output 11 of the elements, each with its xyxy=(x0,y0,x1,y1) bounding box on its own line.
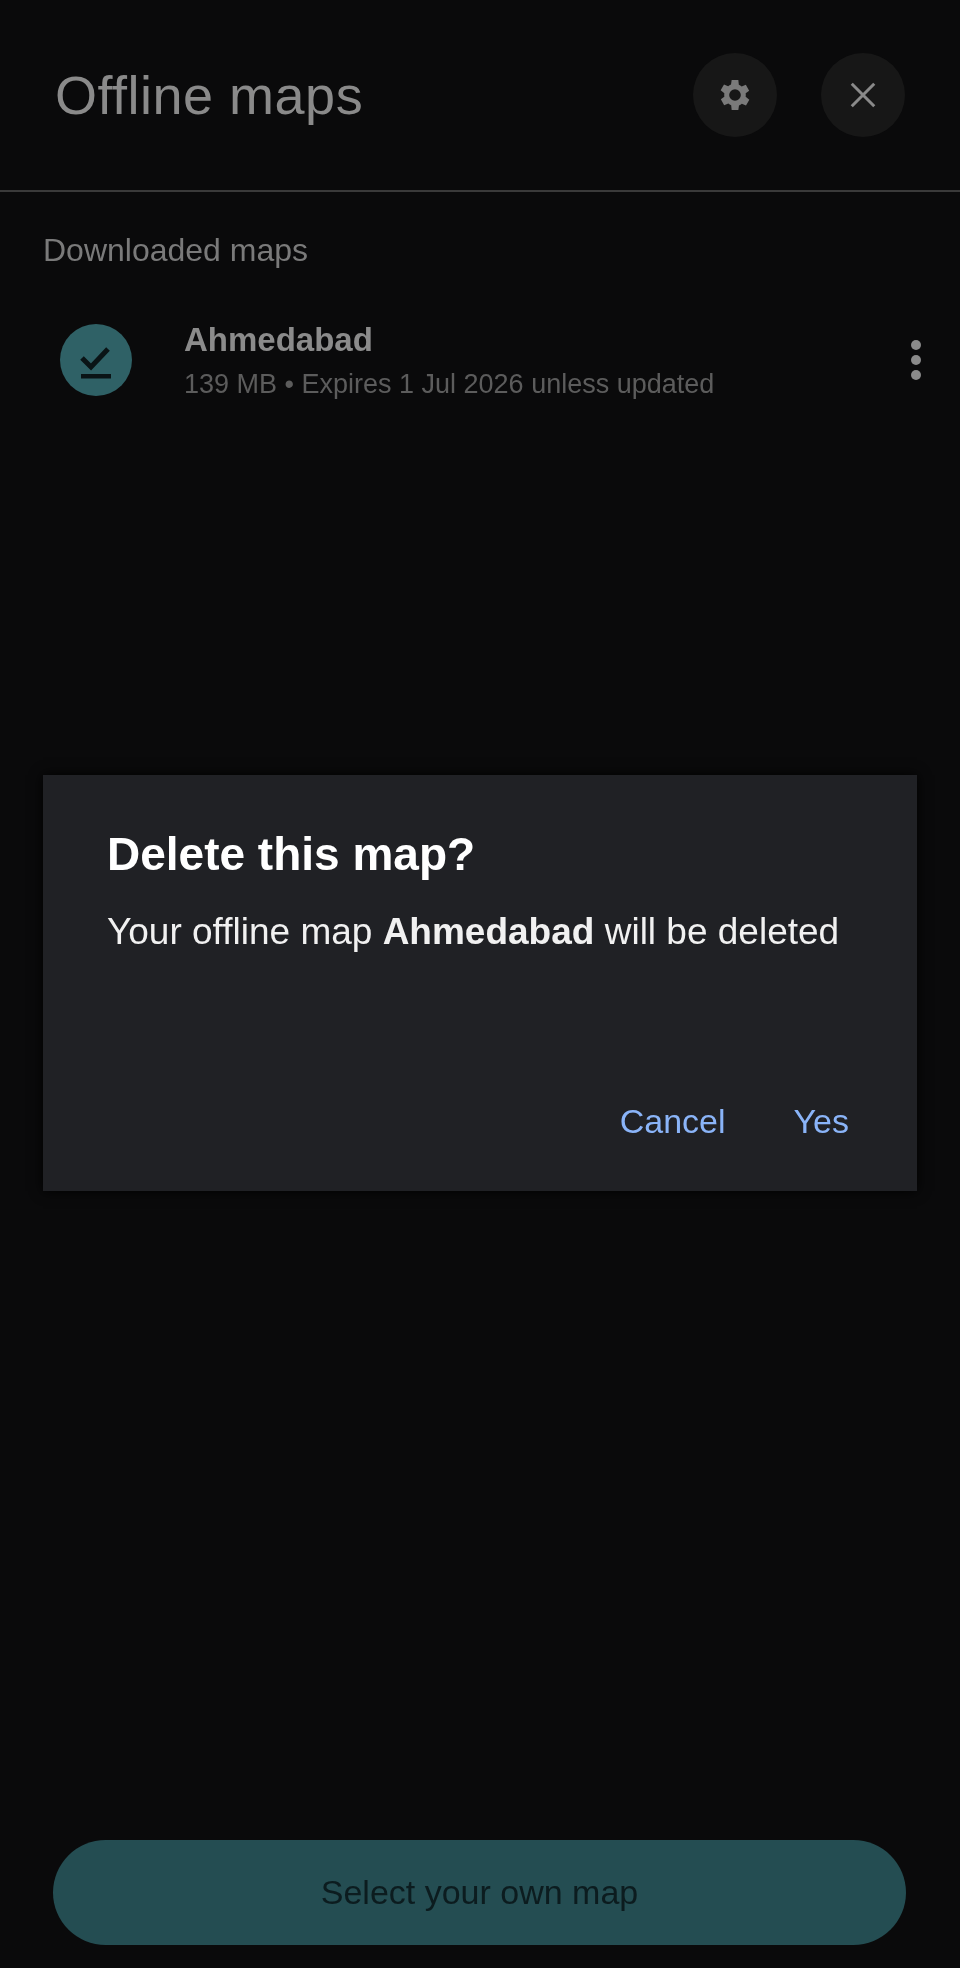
confirm-button[interactable]: Yes xyxy=(781,1092,861,1151)
dialog-message: Your offline map Ahmedabad will be deleted xyxy=(107,910,841,954)
page-title: Offline maps xyxy=(55,64,365,126)
close-icon xyxy=(848,80,878,110)
downloaded-icon xyxy=(60,324,132,396)
map-details: 139 MB • Expires 1 Jul 2026 unless updated xyxy=(184,368,716,400)
more-options-icon[interactable] xyxy=(910,339,922,381)
cancel-button[interactable]: Cancel xyxy=(607,1092,738,1151)
dialog-title: Delete this map? xyxy=(107,827,477,881)
section-heading: Downloaded maps xyxy=(43,232,310,269)
map-name: Ahmedabad xyxy=(184,320,374,359)
